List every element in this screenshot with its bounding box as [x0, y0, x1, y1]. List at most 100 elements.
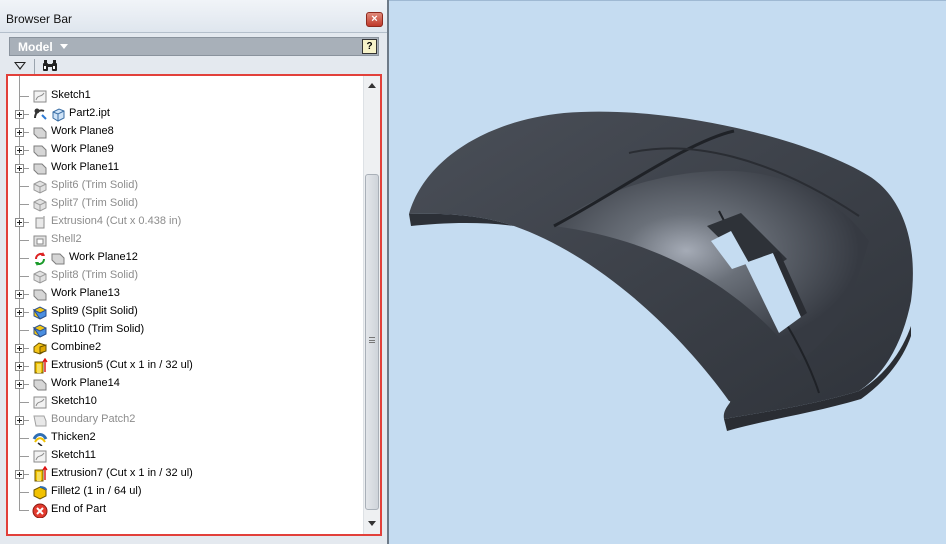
- tree-branch-line: [19, 456, 29, 457]
- shell-icon: [33, 235, 47, 247]
- tree-item-label: Work Plane8: [51, 125, 114, 137]
- tree-item[interactable]: Split8 (Trim Solid): [8, 267, 363, 285]
- tree-item[interactable]: Split6 (Trim Solid): [8, 177, 363, 195]
- tree-item-label: Boundary Patch2: [51, 413, 136, 425]
- work-plane-icon: [51, 253, 65, 265]
- tree-branch-line: [19, 96, 29, 97]
- tree-branch-line: [19, 330, 29, 331]
- tree-item[interactable]: Split7 (Trim Solid): [8, 195, 363, 213]
- tree-branch-line: [19, 492, 29, 493]
- tree-branch-line: [19, 204, 29, 205]
- binoculars-icon[interactable]: [42, 60, 58, 72]
- tree-item[interactable]: Split10 (Trim Solid): [8, 321, 363, 339]
- tree-branch-line: [19, 186, 29, 187]
- tree-branch-line: [19, 240, 29, 241]
- tree-item-label: Split7 (Trim Solid): [51, 197, 138, 209]
- filter-icon[interactable]: [14, 62, 26, 70]
- tree-item[interactable]: Work Plane9: [8, 141, 363, 159]
- tree-item[interactable]: Work Plane11: [8, 159, 363, 177]
- extrusion-icon: [35, 216, 45, 229]
- tree-item-label: End of Part: [51, 503, 107, 515]
- model-tree[interactable]: Sketch1 Part2.ipt Work Plane8 Work Plane9 Wo…: [8, 76, 363, 534]
- tree-item-label: Thicken2: [51, 431, 96, 443]
- browser-bar-panel: Browser Bar × Model ? Sketch1 Part2.ipt Wo…: [0, 0, 389, 544]
- graphics-viewport[interactable]: [389, 0, 946, 544]
- browser-toolbar: [9, 58, 379, 75]
- window-title: Browser Bar: [6, 12, 73, 26]
- tree-scrollbar[interactable]: [363, 76, 380, 534]
- tree-item[interactable]: Sketch11: [8, 447, 363, 465]
- tree-item[interactable]: Sketch1: [8, 87, 363, 105]
- tree-item-label: Split8 (Trim Solid): [51, 269, 138, 281]
- browser-bar-titlebar[interactable]: Browser Bar ×: [0, 0, 387, 33]
- end-of-part-icon: [32, 503, 48, 518]
- chevron-down-icon: [60, 44, 68, 49]
- tree-item[interactable]: Part2.ipt: [8, 105, 363, 123]
- tree-item[interactable]: Extrusion4 (Cut x 0.438 in): [8, 213, 363, 231]
- tree-item[interactable]: Extrusion7 (Cut x 1 in / 32 ul): [8, 465, 363, 483]
- split-solid-icon: [32, 324, 47, 338]
- tree-branch-line: [19, 276, 29, 277]
- tree-item-label: Work Plane13: [51, 287, 120, 299]
- expand-icon[interactable]: [15, 164, 24, 173]
- tree-item[interactable]: Work Plane12: [8, 249, 363, 267]
- tree-item[interactable]: End of Part: [8, 501, 363, 519]
- expand-icon[interactable]: [15, 344, 24, 353]
- tree-item[interactable]: Combine2: [8, 339, 363, 357]
- tree-item[interactable]: Work Plane14: [8, 375, 363, 393]
- scroll-up-arrow-icon[interactable]: [368, 83, 376, 88]
- expand-icon[interactable]: [15, 362, 24, 371]
- fillet-icon: [33, 486, 47, 500]
- tree-item-label: Work Plane14: [51, 377, 120, 389]
- work-plane-icon: [33, 145, 47, 157]
- scrollbar-thumb[interactable]: [365, 174, 379, 510]
- mouse-shell-model[interactable]: [389, 1, 946, 544]
- expand-icon[interactable]: [15, 416, 24, 425]
- tree-branch-line: [19, 258, 29, 259]
- split-icon: [33, 180, 47, 194]
- tree-item[interactable]: Fillet2 (1 in / 64 ul): [8, 483, 363, 501]
- tree-item[interactable]: Work Plane13: [8, 285, 363, 303]
- help-icon[interactable]: ?: [362, 39, 377, 54]
- scrollbar-grip-icon: [369, 337, 375, 343]
- expand-icon[interactable]: [15, 290, 24, 299]
- tree-item-label: Sketch1: [51, 89, 91, 101]
- tree-item[interactable]: Thicken2: [8, 429, 363, 447]
- expand-icon[interactable]: [15, 380, 24, 389]
- split-icon: [33, 270, 47, 284]
- expand-icon[interactable]: [15, 470, 24, 479]
- tree-item[interactable]: Sketch10: [8, 393, 363, 411]
- expand-icon[interactable]: [15, 308, 24, 317]
- combine-icon: [33, 342, 47, 355]
- tree-branch-line: [19, 402, 29, 403]
- tree-branch-line: [19, 438, 29, 439]
- tree-item[interactable]: Boundary Patch2: [8, 411, 363, 429]
- tree-item[interactable]: Shell2: [8, 231, 363, 249]
- sketch-icon: [33, 90, 47, 103]
- tree-item-label: Sketch11: [51, 449, 97, 461]
- tree-item-label: Work Plane12: [69, 251, 138, 263]
- tree-item[interactable]: Split9 (Split Solid): [8, 303, 363, 321]
- tree-branch-line: [19, 510, 29, 511]
- tree-item-label: Shell2: [51, 233, 82, 245]
- derived-link-icon: [34, 108, 47, 120]
- tree-item-label: Split6 (Trim Solid): [51, 179, 138, 191]
- scroll-down-arrow-icon[interactable]: [368, 521, 376, 526]
- tree-item[interactable]: Work Plane8: [8, 123, 363, 141]
- work-plane-icon: [33, 127, 47, 139]
- tree-item[interactable]: Extrusion5 (Cut x 1 in / 32 ul): [8, 357, 363, 375]
- model-dropdown[interactable]: Model ?: [9, 37, 379, 56]
- tree-item-label: Part2.ipt: [69, 107, 110, 119]
- rebuild-icon: [35, 252, 45, 266]
- split-icon: [33, 198, 47, 212]
- expand-icon[interactable]: [15, 128, 24, 137]
- split-solid-icon: [32, 306, 47, 320]
- expand-icon[interactable]: [15, 110, 24, 119]
- tree-item-label: Combine2: [51, 341, 102, 353]
- expand-icon[interactable]: [15, 218, 24, 227]
- close-button[interactable]: ×: [366, 12, 383, 27]
- expand-icon[interactable]: [15, 146, 24, 155]
- work-plane-icon: [33, 289, 47, 301]
- tree-item-label: Work Plane11: [51, 161, 120, 173]
- work-plane-icon: [33, 379, 47, 391]
